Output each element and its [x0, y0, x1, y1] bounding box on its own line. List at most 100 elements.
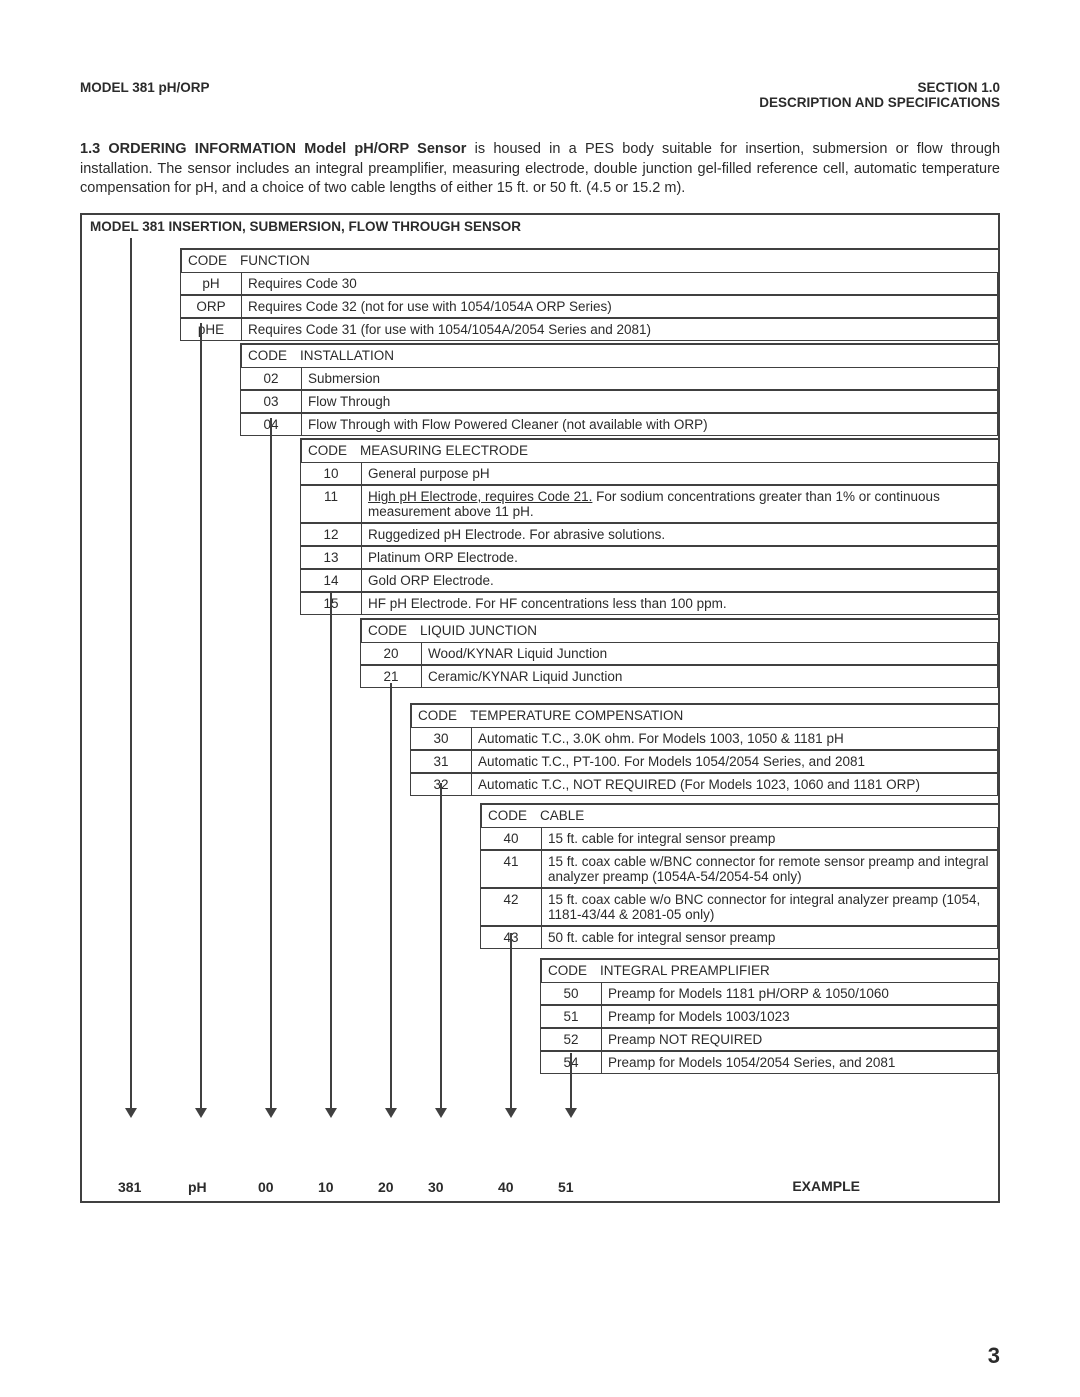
code-row: 54Preamp for Models 1054/2054 Series, an…	[540, 1051, 998, 1074]
row-code: pH	[181, 273, 241, 294]
code-row: 02Submersion	[240, 367, 998, 390]
row-desc: Gold ORP Electrode.	[361, 570, 997, 591]
row-desc: Ceramic/KYNAR Liquid Junction	[421, 666, 997, 687]
row-desc: Automatic T.C., PT-100. For Models 1054/…	[471, 751, 997, 772]
row-code: 40	[481, 828, 541, 849]
code-row: 4015 ft. cable for integral sensor pream…	[480, 827, 998, 850]
stem-line	[510, 933, 512, 1108]
code-row: 4115 ft. coax cable w/BNC connector for …	[480, 850, 998, 888]
header-left: MODEL 381 pH/ORP	[80, 80, 210, 110]
code-row: 10General purpose pH	[300, 462, 998, 485]
row-desc: Submersion	[301, 368, 997, 389]
row-code: pHE	[181, 319, 241, 340]
row-code: 42	[481, 889, 541, 925]
row-desc: Preamp NOT REQUIRED	[601, 1029, 997, 1050]
row-desc: HF pH Electrode. For HF concentrations l…	[361, 593, 997, 614]
header-label: INSTALLATION	[300, 348, 394, 363]
row-code: 11	[301, 486, 361, 522]
example-label: EXAMPLE	[792, 1178, 860, 1194]
code-group-6: CODEINTEGRAL PREAMPLIFIER50Preamp for Mo…	[540, 958, 1000, 1074]
arrow-down-icon	[265, 1108, 277, 1118]
row-code: 10	[301, 463, 361, 484]
diagram-title-frame: MODEL 381 INSERTION, SUBMERSION, FLOW TH…	[80, 213, 1000, 240]
header-code: CODE	[548, 963, 600, 978]
header-code: CODE	[418, 708, 470, 723]
code-row: 11High pH Electrode, requires Code 21. F…	[300, 485, 998, 523]
code-group-4: CODETEMPERATURE COMPENSATION30Automatic …	[410, 703, 1000, 796]
header-code: CODE	[368, 623, 420, 638]
row-code: 02	[241, 368, 301, 389]
row-desc: Requires Code 30	[241, 273, 997, 294]
intro-lead: 1.3 ORDERING INFORMATION Model pH/ORP Se…	[80, 141, 466, 157]
header-label: MEASURING ELECTRODE	[360, 443, 528, 458]
header-label: CABLE	[540, 808, 584, 823]
row-desc: 50 ft. cable for integral sensor preamp	[541, 927, 997, 948]
stem-line	[270, 418, 272, 1108]
row-desc: Preamp for Models 1003/1023	[601, 1006, 997, 1027]
example-row: EXAMPLE 381pH001020304051	[80, 1171, 1000, 1201]
row-desc: Preamp for Models 1181 pH/ORP & 1050/106…	[601, 983, 997, 1004]
row-code: 14	[301, 570, 361, 591]
row-desc: General purpose pH	[361, 463, 997, 484]
code-row: pHERequires Code 31 (for use with 1054/1…	[180, 318, 998, 341]
arrow-down-icon	[505, 1108, 517, 1118]
arrow-down-icon	[195, 1108, 207, 1118]
code-group-0: CODEFUNCTIONpHRequires Code 30ORPRequire…	[180, 248, 1000, 341]
header-code: CODE	[188, 253, 240, 268]
header-subtitle: DESCRIPTION AND SPECIFICATIONS	[759, 95, 1000, 110]
row-code: 41	[481, 851, 541, 887]
code-row: 03Flow Through	[240, 390, 998, 413]
header-section: SECTION 1.0	[759, 80, 1000, 95]
row-code: 12	[301, 524, 361, 545]
code-group-2: CODEMEASURING ELECTRODE10General purpose…	[300, 438, 1000, 615]
stem-line	[130, 238, 132, 1108]
example-code: 00	[258, 1179, 274, 1195]
code-row: 15HF pH Electrode. For HF concentrations…	[300, 592, 998, 615]
row-desc: Automatic T.C., NOT REQUIRED (For Models…	[471, 774, 997, 795]
header-label: LIQUID JUNCTION	[420, 623, 537, 638]
code-row: pHRequires Code 30	[180, 272, 998, 295]
group-header: CODEINTEGRAL PREAMPLIFIER	[542, 960, 998, 981]
doc-header: MODEL 381 pH/ORP SECTION 1.0 DESCRIPTION…	[80, 80, 1000, 110]
code-row: 30Automatic T.C., 3.0K ohm. For Models 1…	[410, 727, 998, 750]
arrow-down-icon	[125, 1108, 137, 1118]
stem-line	[570, 1053, 572, 1108]
stem-line	[390, 683, 392, 1108]
row-code: 52	[541, 1029, 601, 1050]
row-code: 13	[301, 547, 361, 568]
header-code: CODE	[248, 348, 300, 363]
code-row: 21Ceramic/KYNAR Liquid Junction	[360, 665, 998, 688]
code-row: 20Wood/KYNAR Liquid Junction	[360, 642, 998, 665]
row-desc: Ruggedized pH Electrode. For abrasive so…	[361, 524, 997, 545]
arrow-down-icon	[385, 1108, 397, 1118]
example-code: 51	[558, 1179, 574, 1195]
arrow-down-icon	[435, 1108, 447, 1118]
code-row: ORPRequires Code 32 (not for use with 10…	[180, 295, 998, 318]
row-desc: High pH Electrode, requires Code 21. For…	[361, 486, 997, 522]
group-header: CODEMEASURING ELECTRODE	[302, 440, 998, 461]
example-code: pH	[188, 1179, 207, 1195]
header-label: INTEGRAL PREAMPLIFIER	[600, 963, 770, 978]
ordering-diagram: MODEL 381 INSERTION, SUBMERSION, FLOW TH…	[80, 213, 1000, 1213]
group-header: CODEFUNCTION	[182, 250, 998, 271]
row-desc: Automatic T.C., 3.0K ohm. For Models 100…	[471, 728, 997, 749]
row-code: 51	[541, 1006, 601, 1027]
group-header: CODECABLE	[482, 805, 998, 826]
code-row: 04Flow Through with Flow Powered Cleaner…	[240, 413, 998, 436]
row-code: 30	[411, 728, 471, 749]
example-code: 30	[428, 1179, 444, 1195]
header-label: TEMPERATURE COMPENSATION	[470, 708, 683, 723]
code-row: 50Preamp for Models 1181 pH/ORP & 1050/1…	[540, 982, 998, 1005]
code-group-1: CODEINSTALLATION 02Submersion03Flow Throu…	[240, 343, 1000, 436]
row-desc: 15 ft. coax cable w/BNC connector for re…	[541, 851, 997, 887]
row-code: 03	[241, 391, 301, 412]
stem-line	[330, 593, 332, 1108]
row-desc: Requires Code 31 (for use with 1054/1054…	[241, 319, 997, 340]
example-code: 381	[118, 1179, 141, 1195]
group-header: CODETEMPERATURE COMPENSATION	[412, 705, 998, 726]
stem-line	[200, 323, 202, 1108]
code-group-5: CODECABLE4015 ft. cable for integral sen…	[480, 803, 1000, 949]
page-number: 3	[988, 1343, 1000, 1369]
row-code: 31	[411, 751, 471, 772]
code-row: 51Preamp for Models 1003/1023	[540, 1005, 998, 1028]
